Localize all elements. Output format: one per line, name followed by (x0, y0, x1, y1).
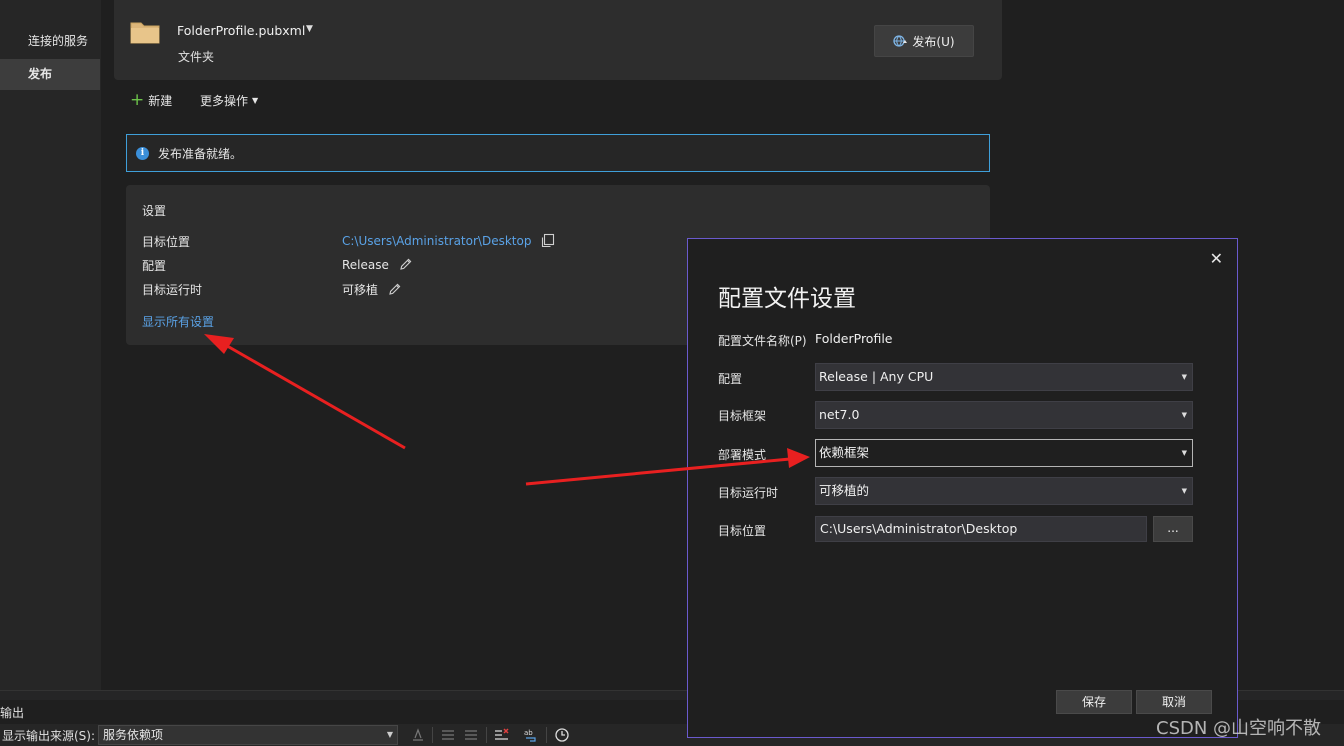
configuration-label: 配置 (718, 372, 743, 386)
copy-icon[interactable] (540, 233, 555, 248)
nav-item-connected-services[interactable]: 连接的服务 (0, 26, 100, 57)
profile-type: 文件夹 (178, 50, 215, 64)
configuration-select-value: Release | Any CPU (819, 369, 934, 384)
target-location-link[interactable]: C:\Users\Administrator\Desktop (342, 234, 531, 248)
find-message-icon[interactable] (410, 727, 426, 743)
save-button[interactable]: 保存 (1056, 690, 1132, 714)
chevron-down-icon[interactable]: ▼ (306, 24, 313, 34)
clock-icon[interactable] (554, 727, 570, 743)
more-actions-menu[interactable]: 更多操作 ▼ (200, 92, 258, 109)
output-source-value: 服务依赖项 (103, 728, 164, 742)
settings-value-target-runtime: 可移植 (342, 281, 402, 298)
settings-label-target-runtime: 目标运行时 (142, 283, 203, 297)
toolbar-divider (546, 727, 547, 743)
info-icon: i (136, 146, 149, 160)
dialog-title: 配置文件设置 (718, 286, 856, 312)
new-label: 新建 (148, 94, 173, 108)
settings-title: 设置 (142, 204, 167, 218)
svg-text:ab: ab (524, 729, 533, 737)
configuration-select[interactable]: Release | Any CPU ▼ (815, 363, 1193, 391)
chevron-down-icon: ▼ (1181, 411, 1187, 419)
previous-message-icon[interactable] (440, 727, 456, 743)
publish-button[interactable]: 发布(U) (874, 25, 974, 57)
profile-name[interactable]: FolderProfile.pubxml (177, 23, 305, 38)
target-runtime-select[interactable]: 可移植的 ▼ (815, 477, 1193, 505)
browse-button[interactable]: ... (1153, 516, 1193, 542)
deployment-mode-select[interactable]: 依赖框架 ▼ (815, 439, 1193, 467)
chevron-down-icon: ▼ (1181, 487, 1187, 495)
more-actions-label: 更多操作 (200, 94, 249, 108)
profile-name-value: FolderProfile (815, 331, 893, 346)
word-wrap-icon[interactable]: ab (523, 727, 539, 743)
close-icon[interactable]: ✕ (1210, 249, 1223, 268)
deployment-mode-select-value: 依赖框架 (819, 445, 870, 460)
profile-name-label: 配置文件名称(P) (718, 334, 807, 348)
target-location-input[interactable]: C:\Users\Administrator\Desktop (815, 516, 1147, 542)
chevron-down-icon: ▼ (252, 96, 259, 105)
settings-value-configuration: Release (342, 257, 413, 272)
chevron-down-icon: ▼ (1181, 373, 1187, 381)
watermark: CSDN @山空响不散 (1156, 718, 1322, 739)
show-all-settings-link[interactable]: 显示所有设置 (142, 313, 214, 330)
cancel-button[interactable]: 取消 (1136, 690, 1212, 714)
configuration-value: Release (342, 257, 389, 272)
target-location-label: 目标位置 (718, 524, 767, 538)
output-source-select[interactable]: 服务依赖项 ▼ (98, 725, 398, 745)
output-source-label: 显示输出来源(S): (2, 729, 96, 743)
toolbar-divider (432, 727, 433, 743)
info-banner: i 发布准备就绪。 (126, 134, 990, 172)
plus-icon: + (130, 90, 145, 110)
target-runtime-value: 可移植 (342, 283, 379, 297)
publish-globe-icon (893, 35, 908, 47)
settings-label-target-location: 目标位置 (142, 235, 191, 249)
folder-icon (130, 22, 160, 44)
settings-label-configuration: 配置 (142, 259, 167, 273)
chevron-down-icon: ▼ (386, 730, 393, 739)
side-navigation: 连接的服务 发布 (0, 0, 101, 690)
target-framework-label: 目标框架 (718, 409, 767, 423)
nav-item-publish[interactable]: 发布 (0, 59, 100, 90)
profile-settings-dialog: ✕ 配置文件设置 配置文件名称(P) FolderProfile 配置 Rele… (687, 238, 1238, 738)
edit-pencil-icon[interactable] (398, 257, 413, 272)
chevron-down-icon: ▼ (1181, 449, 1187, 457)
target-runtime-label: 目标运行时 (718, 486, 779, 500)
edit-pencil-icon[interactable] (387, 282, 402, 297)
new-profile-button[interactable]: + 新建 (130, 92, 172, 109)
clear-all-icon[interactable] (494, 727, 510, 743)
target-framework-select[interactable]: net7.0 ▼ (815, 401, 1193, 429)
publish-button-label: 发布(U) (912, 34, 955, 49)
info-message: 发布准备就绪。 (158, 146, 243, 161)
output-title: 输出 (0, 706, 25, 720)
target-runtime-select-value: 可移植的 (819, 483, 870, 498)
settings-value-target-location: C:\Users\Administrator\Desktop (342, 233, 555, 248)
target-framework-select-value: net7.0 (819, 407, 860, 422)
deployment-mode-label: 部署模式 (718, 448, 767, 462)
profile-header-card: FolderProfile.pubxml ▼ 文件夹 发布(U) (114, 0, 1002, 80)
toolbar-divider (486, 727, 487, 743)
next-message-icon[interactable] (463, 727, 479, 743)
